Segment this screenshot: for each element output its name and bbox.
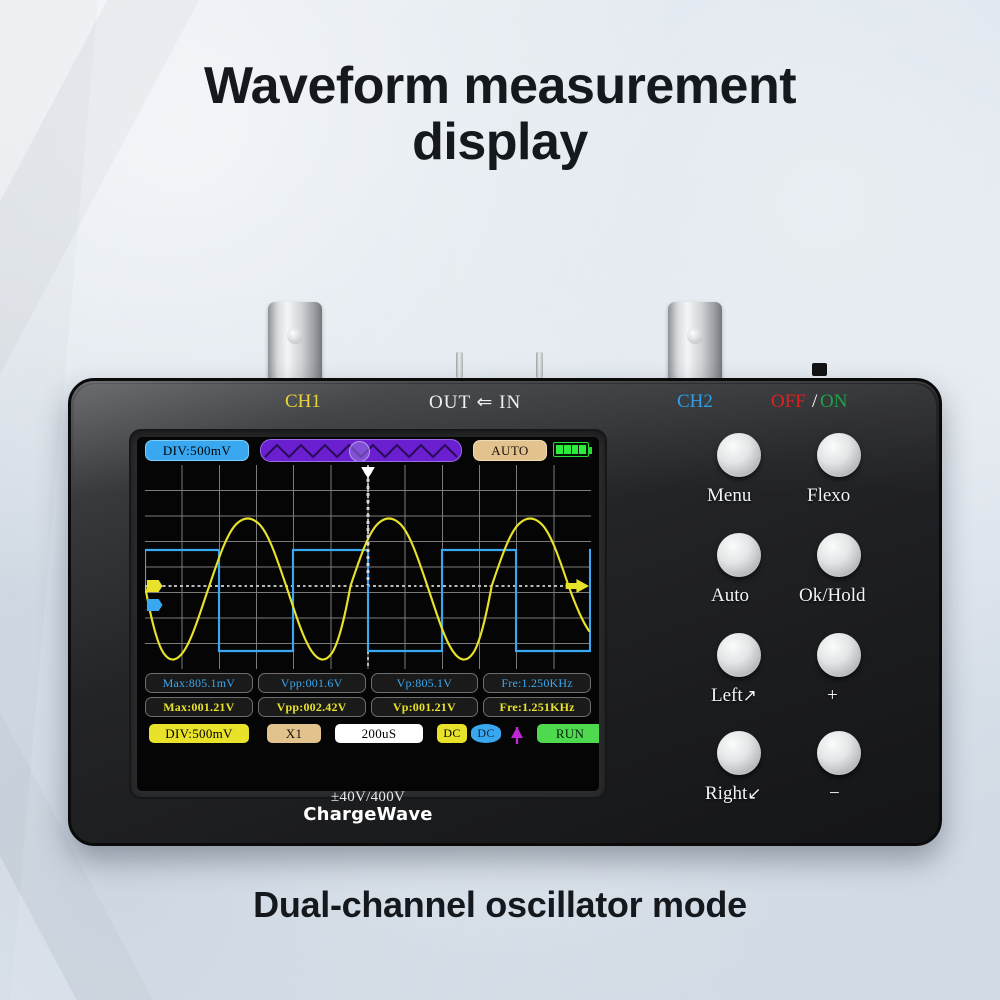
battery-icon: [553, 442, 592, 457]
run-stop-state[interactable]: RUN: [537, 724, 599, 743]
bnc-connector-ch1: [268, 302, 322, 382]
ch1-vpp: Vpp:001.6V: [257, 673, 366, 693]
page-caption: Dual-channel oscillator mode: [253, 884, 747, 925]
timebase[interactable]: 200uS: [335, 724, 423, 743]
ok-hold-button[interactable]: [817, 533, 861, 577]
flexo-button-label: Flexo: [807, 485, 851, 506]
power-switch[interactable]: [812, 363, 827, 376]
device-top-labels: CH1 OUT ⇐ IN CH2 OFF / ON: [71, 391, 939, 415]
ch2-max: Max:001.21V: [145, 697, 253, 717]
waveform-scroll-knob[interactable]: [349, 441, 370, 461]
menu-button[interactable]: [717, 433, 761, 477]
bnc-pin-icon: [687, 328, 703, 344]
lcd-screen: DIV:500mV AUTO Max:805.1mV Vpp:001.6V Vp…: [137, 437, 599, 791]
right-button-label: Right↙: [705, 783, 762, 804]
waveform-scroll-bar[interactable]: [260, 439, 462, 462]
trigger-edge-icon[interactable]: [507, 725, 527, 745]
coupling-ch1[interactable]: DC: [471, 724, 501, 743]
label-ch2: CH2: [677, 391, 713, 412]
button-panel: Menu Flexo Auto Ok/Hold Left↗ + Right↙ −: [693, 433, 923, 804]
status-div-ch1[interactable]: DIV:500mV: [145, 440, 249, 461]
label-out-in: OUT ⇐ IN: [429, 392, 522, 413]
label-off: OFF: [771, 391, 806, 412]
arrow-up-right-icon: ↗: [742, 686, 757, 705]
ok-hold-button-label: Ok/Hold: [799, 585, 866, 606]
lcd-bezel: DIV:500mV AUTO Max:805.1mV Vpp:001.6V Vp…: [131, 431, 605, 797]
bnc-pin-icon: [287, 328, 303, 344]
probe-pin-out: [456, 352, 463, 378]
status-auto-mode[interactable]: AUTO: [473, 440, 547, 461]
bottom-div-ch2[interactable]: DIV:500mV: [149, 724, 249, 743]
label-on: ON: [820, 391, 848, 412]
plus-button-label: +: [827, 685, 838, 706]
minus-button-label: −: [829, 783, 840, 804]
ch1-max: Max:805.1mV: [145, 673, 253, 693]
waveform-svg: [145, 465, 591, 669]
brand-name: ChargeWave: [303, 804, 433, 825]
page-title-line1: Waveform measurement: [203, 57, 797, 115]
page-title-line2: display: [412, 113, 588, 172]
auto-button-label: Auto: [711, 585, 749, 606]
device-branding: ±40V/400V ChargeWave: [131, 789, 605, 825]
ch2-freq: Fre:1.251KHz: [483, 697, 591, 717]
menu-button-label: Menu: [707, 485, 752, 506]
plus-button[interactable]: [817, 633, 861, 677]
bnc-connector-ch2: [668, 302, 722, 382]
flexo-button[interactable]: [817, 433, 861, 477]
probe-ratio[interactable]: X1: [267, 724, 321, 743]
status-bar: DIV:500mV AUTO: [137, 437, 599, 465]
waveform-plot[interactable]: [145, 465, 591, 669]
coupling-ch2[interactable]: DC: [437, 724, 467, 743]
label-ch1: CH1: [285, 391, 321, 412]
probe-pin-in: [536, 352, 543, 378]
ch2-vpp: Vpp:002.42V: [257, 697, 366, 717]
right-button[interactable]: [717, 731, 761, 775]
auto-button[interactable]: [717, 533, 761, 577]
ch1-vp: Vp:805.1V: [370, 673, 479, 693]
bottom-status-bar: DIV:500mV X1 200uS DC DC RUN: [145, 724, 599, 746]
measurement-row-ch1: Max:805.1mV Vpp:001.6V Vp:805.1V Fre:1.2…: [145, 673, 591, 693]
ch2-vp: Vp:001.21V: [370, 697, 479, 717]
page-title: Waveform measurement display: [0, 58, 1000, 170]
ch1-freq: Fre:1.250KHz: [483, 673, 591, 693]
label-slash: /: [812, 391, 818, 412]
left-button[interactable]: [717, 633, 761, 677]
arrow-down-left-icon: ↙: [747, 784, 762, 803]
left-button-label: Left↗: [711, 685, 757, 706]
measurement-row-ch2: Max:001.21V Vpp:002.42V Vp:001.21V Fre:1…: [145, 697, 591, 717]
minus-button[interactable]: [817, 731, 861, 775]
oscilloscope-device: CH1 OUT ⇐ IN CH2 OFF / ON DIV:500mV AUTO: [68, 378, 942, 846]
